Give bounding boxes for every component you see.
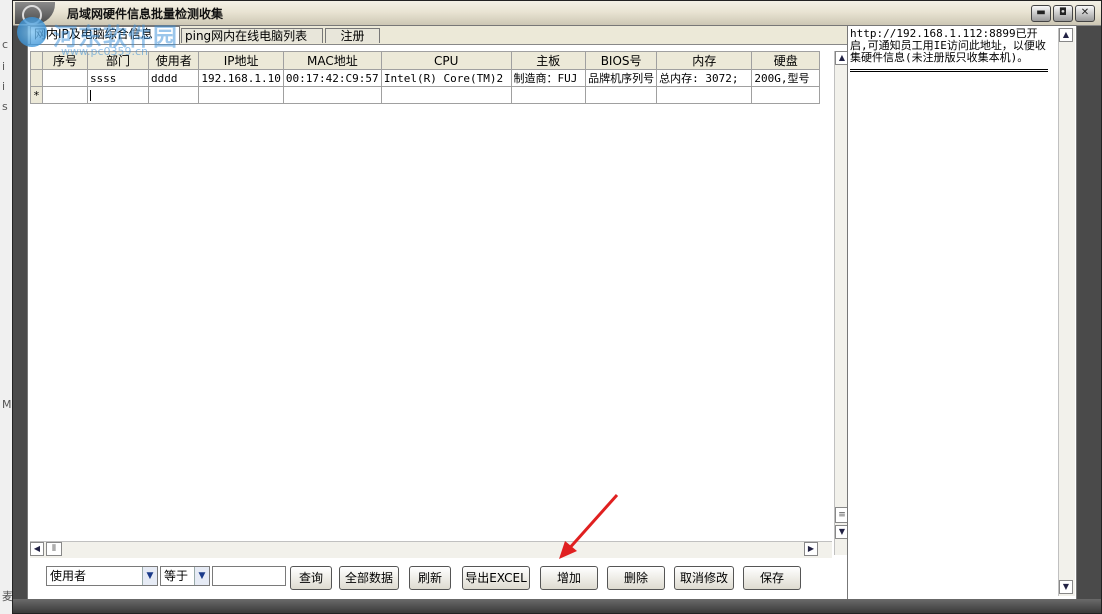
text-cursor	[89, 90, 91, 101]
col-header[interactable]: 序号	[41, 51, 88, 70]
bottom-toolbar: 使用者 ▼ 等于 ▼ 查询 全部数据 刷新 导出EXCEL 增加 删除 取消修改…	[30, 563, 852, 595]
table-cell[interactable]: 品牌机序列号	[585, 69, 658, 87]
status-bar	[13, 599, 1101, 613]
table-cell[interactable]	[148, 86, 200, 104]
table-cell[interactable]	[282, 86, 382, 104]
col-header[interactable]: 部门	[86, 51, 150, 70]
table-cell[interactable]: 200G,型号	[751, 69, 820, 87]
table-header-row: 序号 部门 使用者 IP地址 MAC地址 CPU 主板 BIOS号 内存 硬盘	[30, 51, 820, 70]
red-arrow-icon	[559, 494, 619, 559]
refresh-button[interactable]: 刷新	[409, 566, 451, 590]
table-cell[interactable]: 192.168.1.10	[198, 69, 284, 87]
new-row-marker[interactable]: *	[30, 86, 43, 104]
table-cell[interactable]: Intel(R) Core(TM)2	[380, 69, 512, 87]
all-data-button[interactable]: 全部数据	[339, 566, 399, 590]
table-cell[interactable]	[510, 86, 587, 104]
data-grid[interactable]: 序号 部门 使用者 IP地址 MAC地址 CPU 主板 BIOS号 内存 硬盘	[30, 51, 820, 537]
scroll-thumb-h[interactable]: ⦀	[46, 542, 62, 556]
tab-strip: 网内IP及电脑综合信息 ping网内在线电脑列表 注册	[28, 26, 854, 45]
scroll-right-icon[interactable]: ▶	[804, 542, 818, 556]
window-title: 局域网硬件信息批量检测收集	[67, 7, 224, 21]
table-cell[interactable]	[656, 86, 753, 104]
strip-letter: M	[2, 398, 12, 411]
tab-ip-info[interactable]: 网内IP及电脑综合信息	[30, 26, 180, 44]
operator-select-value: 等于	[164, 569, 189, 583]
add-button[interactable]: 增加	[540, 566, 598, 590]
col-header[interactable]: 内存	[656, 51, 753, 70]
save-button[interactable]: 保存	[743, 566, 801, 590]
table-cell[interactable]	[198, 86, 284, 104]
horizontal-scrollbar[interactable]: ◀ ⦀ ▶	[30, 541, 832, 558]
query-button[interactable]: 查询	[290, 566, 332, 590]
scroll-down-icon[interactable]: ▼	[1059, 580, 1073, 594]
tab-ping-list[interactable]: ping网内在线电脑列表	[181, 28, 323, 43]
scroll-up-icon[interactable]: ▲	[1059, 28, 1073, 42]
arrow-shaft	[565, 494, 619, 552]
strip-letter: c	[2, 38, 9, 51]
col-header[interactable]: IP地址	[198, 51, 284, 70]
close-button[interactable]: ✕	[1075, 5, 1095, 22]
table-cell[interactable]	[380, 86, 512, 104]
row-selector[interactable]	[30, 69, 43, 87]
operator-select[interactable]: 等于 ▼	[160, 566, 210, 586]
table-cell[interactable]	[41, 86, 88, 104]
table-cell[interactable]	[41, 69, 88, 87]
col-header[interactable]: BIOS号	[585, 51, 658, 70]
restore-button[interactable]: ◘	[1053, 5, 1073, 22]
app-icon	[15, 2, 55, 25]
col-header[interactable]: 使用者	[148, 51, 200, 70]
col-header[interactable]: CPU	[380, 51, 512, 70]
strip-letter: i	[2, 80, 6, 93]
table-cell[interactable]: dddd	[148, 69, 200, 87]
delete-button[interactable]: 删除	[607, 566, 665, 590]
minimize-button[interactable]: ▬	[1031, 5, 1051, 22]
strip-letter: s	[2, 100, 8, 113]
table-cell[interactable]: 总内存: 3072;	[656, 69, 753, 87]
table-cell[interactable]: 00:17:42:C9:57	[282, 69, 382, 87]
field-select-value: 使用者	[50, 569, 87, 583]
new-row[interactable]: *	[30, 86, 820, 104]
server-info-text: http://192.168.1.112:8899已开启,可通知员工用IE访问此…	[850, 27, 1046, 64]
table-cell[interactable]	[585, 86, 658, 104]
chevron-down-icon[interactable]: ▼	[142, 567, 157, 585]
main-panel: 网内IP及电脑综合信息 ping网内在线电脑列表 注册 序号 部门 使用者 IP…	[27, 25, 855, 600]
scroll-left-icon[interactable]: ◀	[30, 542, 44, 556]
info-vertical-scrollbar[interactable]: ▲ ▼	[1058, 28, 1075, 596]
app-window: 局域网硬件信息批量检测收集 ▬ ◘ ✕ 网内IP及电脑综合信息 ping网内在线…	[12, 0, 1102, 614]
info-divider	[850, 69, 1048, 72]
chevron-down-icon[interactable]: ▼	[194, 567, 209, 585]
table-cell[interactable]: ssss	[86, 69, 150, 87]
table-cell[interactable]	[86, 86, 150, 104]
hardware-table: 序号 部门 使用者 IP地址 MAC地址 CPU 主板 BIOS号 内存 硬盘	[30, 51, 820, 104]
col-header[interactable]: MAC地址	[282, 51, 382, 70]
cancel-edit-button[interactable]: 取消修改	[674, 566, 734, 590]
tab-register[interactable]: 注册	[325, 28, 380, 43]
field-select[interactable]: 使用者 ▼	[46, 566, 158, 586]
col-header[interactable]: 主板	[510, 51, 587, 70]
table-cell[interactable]	[751, 86, 820, 104]
background-window-strip: c i i s M 麦	[0, 0, 13, 614]
query-value-input[interactable]	[212, 566, 286, 586]
col-header[interactable]: 硬盘	[751, 51, 820, 70]
export-excel-button[interactable]: 导出EXCEL	[462, 566, 530, 590]
table-cell[interactable]: 制造商：FUJ	[510, 69, 587, 87]
title-bar[interactable]: 局域网硬件信息批量检测收集 ▬ ◘ ✕	[13, 1, 1101, 26]
table-row[interactable]: ssss dddd 192.168.1.10 00:17:42:C9:57 In…	[30, 69, 820, 87]
strip-letter: i	[2, 60, 6, 73]
row-header-corner	[30, 51, 43, 70]
info-panel: http://192.168.1.112:8899已开启,可通知员工用IE访问此…	[847, 25, 1077, 600]
